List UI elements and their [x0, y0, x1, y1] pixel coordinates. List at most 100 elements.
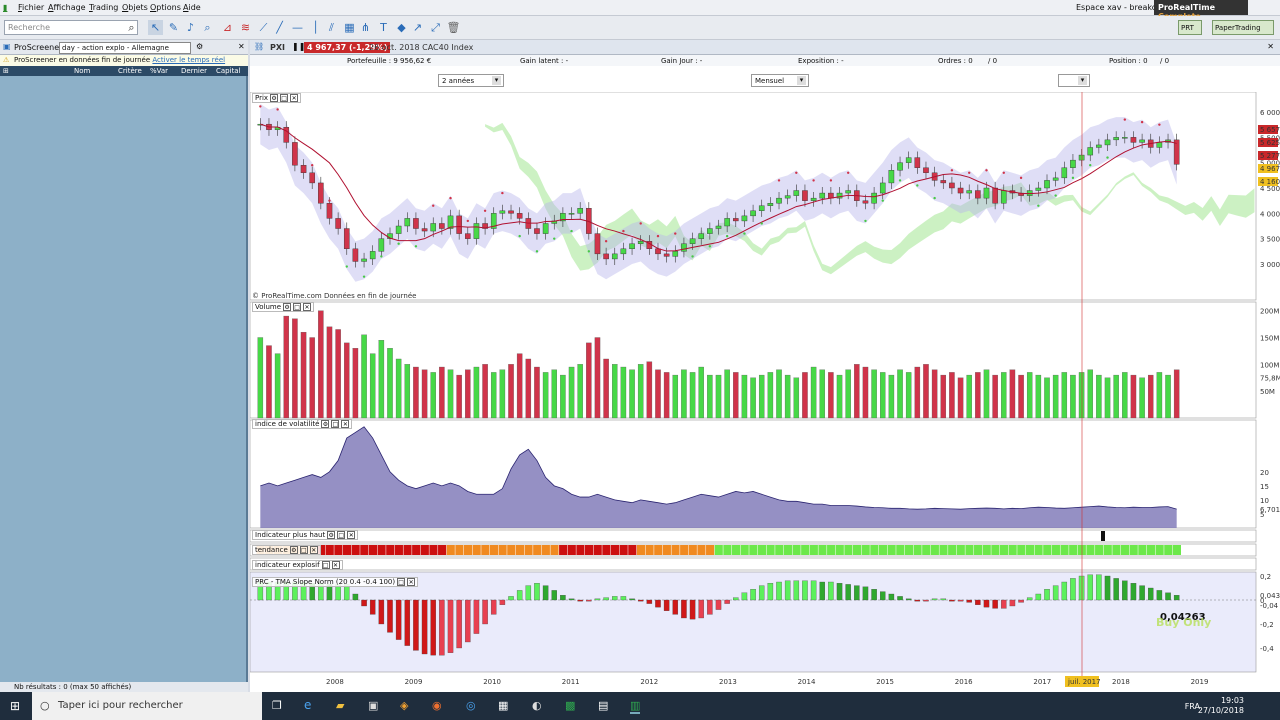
arrow-tool-icon[interactable]: ↗	[410, 20, 425, 35]
candle	[871, 192, 877, 204]
wrench-icon[interactable]: ⚙	[270, 94, 279, 102]
app-icon-5[interactable]: ▩	[565, 699, 575, 712]
col-var[interactable]: %Var	[150, 67, 168, 75]
text-tool-icon[interactable]: T	[376, 20, 391, 35]
close-icon[interactable]: ✕	[309, 546, 318, 554]
maximize-icon[interactable]: □	[299, 546, 308, 554]
search-icon[interactable]: ⌕	[124, 20, 139, 35]
chart-canvas[interactable]: 6 0005 5005 0004 5004 0003 5003 0005 657…	[250, 92, 1280, 692]
taskbar-search[interactable]: Taper ici pour rechercher	[32, 692, 262, 720]
hi-panel-label[interactable]: Indicateur plus haut ⚙ □ ✕	[252, 530, 359, 540]
papertrading-button[interactable]: PaperTrading	[1212, 20, 1274, 35]
app-icon-3[interactable]: ◎	[466, 699, 476, 712]
maximize-icon[interactable]: □	[280, 94, 289, 102]
menu-fichier[interactable]: Fichier	[18, 3, 44, 12]
activate-realtime-link[interactable]: Activer le temps réel	[152, 56, 225, 64]
pencil-tool-icon[interactable]: ✎	[166, 20, 181, 35]
prorealtime-taskbar-icon[interactable]: ▥	[630, 699, 641, 714]
maximize-icon[interactable]: □	[293, 303, 302, 311]
prc-bar	[1009, 599, 1016, 607]
col-nom[interactable]: Nom	[74, 67, 90, 75]
app-icon-4[interactable]: ◐	[532, 699, 542, 712]
menu-trading[interactable]: Trading	[89, 3, 118, 12]
pitchfork-icon[interactable]: ⋔	[358, 20, 373, 35]
trend-panel-label[interactable]: tendance ⚙ □ ✕	[252, 545, 321, 555]
fibonacci-icon[interactable]: ⊿	[220, 20, 235, 35]
channel-icon[interactable]: ⫽	[324, 20, 339, 35]
maximize-icon[interactable]: □	[331, 420, 340, 428]
sar-dot	[950, 169, 954, 172]
link-icon[interactable]: ⛓	[254, 42, 264, 51]
close-icon[interactable]: ✕	[290, 94, 299, 102]
marker-icon[interactable]: ◆	[394, 20, 409, 35]
volatility-panel-label[interactable]: indice de volatilité ⚙ □ ✕	[252, 419, 353, 429]
explosive-panel-label[interactable]: indicateur explosif □ ✕	[252, 560, 343, 570]
trash-icon[interactable]: 🗑	[446, 20, 461, 35]
clock[interactable]: 19:03 27/10/2018	[1198, 696, 1244, 716]
wrench-icon[interactable]: ⚙	[327, 531, 336, 539]
trend-cell	[740, 545, 749, 555]
search-input[interactable]: Recherche	[4, 20, 138, 35]
alert-bell-icon[interactable]: ♪	[183, 20, 198, 35]
close-icon[interactable]: ✕	[407, 578, 416, 586]
add-icon[interactable]: ⊞	[3, 67, 9, 75]
menu-options[interactable]: Options	[150, 3, 181, 12]
col-dernier[interactable]: Dernier	[181, 67, 207, 75]
interval-select[interactable]: Mensuel	[751, 74, 809, 87]
trend-cell	[939, 545, 948, 555]
app-icon-1[interactable]: ◈	[400, 699, 408, 712]
volume-panel-label[interactable]: Volume ⚙ □ ✕	[252, 302, 315, 312]
close-icon[interactable]: ✕	[238, 42, 245, 51]
symbol-code[interactable]: PXI	[270, 43, 285, 52]
task-view-icon[interactable]: ❐	[272, 699, 282, 712]
volume-bar	[698, 366, 704, 419]
windows-icon[interactable]: ⊞	[10, 699, 20, 713]
wrench-icon[interactable]: ⚙	[321, 420, 330, 428]
toolbar: Recherche ⌕ ↖ ✎ ♪ ⌕ ⊿ ≋ ⟋ ╱ — │ ⫽ ▦ ⋔ T …	[0, 16, 1280, 40]
menu-affichage[interactable]: Affichage	[48, 3, 86, 12]
retracement-icon[interactable]: ≋	[238, 20, 253, 35]
grid-icon[interactable]: ▦	[342, 20, 357, 35]
candle	[1122, 137, 1128, 139]
col-capital[interactable]: Capital	[216, 67, 241, 75]
workspace-label[interactable]: Espace xav - breakout	[1076, 3, 1165, 12]
prt-button[interactable]: PRT	[1178, 20, 1202, 35]
wrench-icon[interactable]: ⚙	[196, 42, 203, 51]
prc-bar	[698, 599, 704, 619]
wrench-icon[interactable]: ⚙	[283, 303, 292, 311]
store-icon[interactable]: ▣	[368, 699, 378, 712]
edge-icon[interactable]: e	[304, 698, 311, 712]
line-tool-icon[interactable]: ╱	[272, 20, 287, 35]
horizontal-line-icon[interactable]: —	[290, 20, 305, 35]
trend-cell	[1051, 545, 1060, 555]
chart-style-select[interactable]	[1058, 74, 1090, 87]
maximize-icon[interactable]: □	[397, 578, 406, 586]
close-icon[interactable]: ✕	[331, 561, 340, 569]
period-select[interactable]: 2 années	[438, 74, 504, 87]
prc-panel-label[interactable]: PRC - TMA Slope Norm (20 0.4 -0.4 100) □ ✕	[252, 577, 419, 587]
close-icon[interactable]: ✕	[303, 303, 312, 311]
screener-select[interactable]: day - action explo - Allemagne	[59, 42, 191, 54]
trend-cell	[878, 545, 888, 555]
trendline-icon[interactable]: ⟋	[256, 20, 271, 35]
calculator-icon[interactable]: ▦	[498, 699, 508, 712]
pointer-tool-icon[interactable]: ↖	[148, 20, 163, 35]
menu-objets[interactable]: Objets	[122, 3, 148, 12]
close-icon[interactable]: ✕	[347, 531, 356, 539]
close-icon[interactable]: ✕	[1267, 42, 1274, 51]
col-critere[interactable]: Critère	[118, 67, 142, 75]
prc-bar	[836, 583, 843, 601]
app-icon-6[interactable]: ▤	[598, 699, 608, 712]
maximize-icon[interactable]: □	[321, 561, 330, 569]
app-icon-2[interactable]: ◉	[432, 699, 442, 712]
volume-bar	[551, 369, 557, 419]
price-panel-label[interactable]: Prix ⚙ □ ✕	[252, 93, 302, 103]
folder-icon[interactable]: ▰	[336, 699, 344, 712]
ruler-icon[interactable]: ⤢	[428, 20, 443, 35]
wrench-icon[interactable]: ⚙	[289, 546, 298, 554]
maximize-icon[interactable]: □	[337, 531, 346, 539]
vertical-line-icon[interactable]: │	[308, 20, 323, 35]
close-icon[interactable]: ✕	[341, 420, 350, 428]
zoom-icon[interactable]: ⌕	[200, 20, 215, 35]
menu-aide[interactable]: Aide	[183, 3, 201, 12]
